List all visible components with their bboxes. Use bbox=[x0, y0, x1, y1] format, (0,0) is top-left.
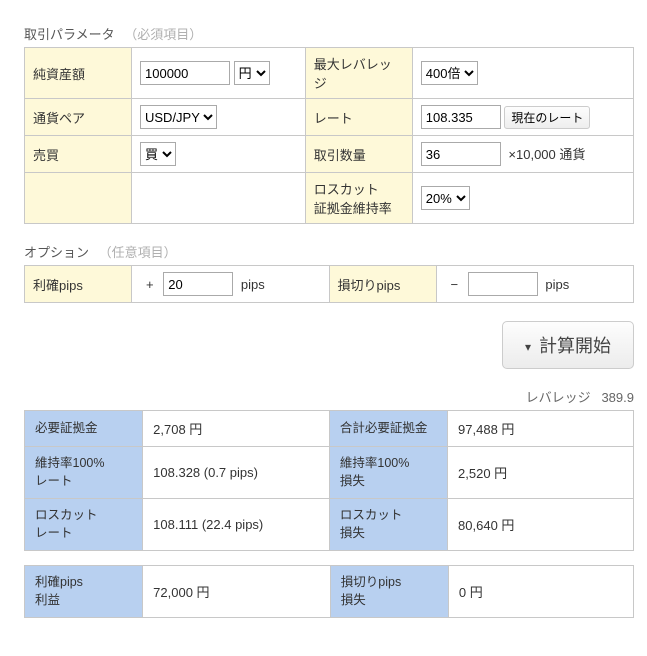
results-table-1: 必要証拠金 2,708 円 合計必要証拠金 97,488 円 維持率100% レ… bbox=[24, 410, 634, 551]
total-req-margin-label: 合計必要証拠金 bbox=[329, 411, 447, 447]
options-title: オプション bbox=[24, 245, 89, 260]
sl-loss-value: 0 円 bbox=[448, 566, 633, 618]
net-assets-unit-select[interactable]: 円 bbox=[234, 61, 270, 85]
params-note: （必須項目） bbox=[124, 27, 202, 42]
rate-input[interactable] bbox=[421, 105, 501, 129]
leverage-label: 最大レバレッジ bbox=[305, 48, 412, 99]
results-table-2: 利確pips 利益 72,000 円 損切りpips 損失 0 円 bbox=[24, 565, 634, 618]
qty-unit: ×10,000 通貨 bbox=[508, 147, 585, 162]
tp-sign: + bbox=[146, 277, 154, 292]
maint100-loss-label: 維持率100% 損失 bbox=[329, 447, 447, 499]
losscut-select[interactable]: 20% bbox=[421, 186, 470, 210]
losscut-label: ロスカット 証拠金維持率 bbox=[305, 173, 412, 224]
side-select[interactable]: 買 bbox=[140, 142, 176, 166]
losscut-cell: 20% bbox=[412, 173, 633, 224]
currency-pair-cell: USD/JPY bbox=[132, 99, 306, 136]
currency-pair-label: 通貨ペア bbox=[25, 99, 132, 136]
maint100-loss-value: 2,520 円 bbox=[448, 447, 634, 499]
leverage-select[interactable]: 400倍 bbox=[421, 61, 478, 85]
req-margin-label: 必要証拠金 bbox=[25, 411, 143, 447]
params-title: 取引パラメータ bbox=[24, 27, 115, 42]
tp-label: 利確pips bbox=[25, 266, 132, 303]
leverage-display: レバレッジ 389.9 bbox=[24, 387, 634, 406]
options-note: （任意項目） bbox=[99, 245, 177, 260]
net-assets-input[interactable] bbox=[140, 61, 230, 85]
tp-input[interactable] bbox=[163, 272, 233, 296]
maint100-rate-value: 108.328 (0.7 pips) bbox=[143, 447, 330, 499]
options-table: 利確pips + pips 損切りpips − pips bbox=[24, 265, 634, 303]
sl-unit: pips bbox=[545, 277, 569, 292]
current-rate-button[interactable]: 現在のレート bbox=[504, 106, 590, 129]
losscut-loss-label: ロスカット 損失 bbox=[329, 499, 447, 551]
sl-loss-label: 損切りpips 損失 bbox=[330, 566, 448, 618]
side-label: 売買 bbox=[25, 136, 132, 173]
rate-cell: 現在のレート bbox=[412, 99, 633, 136]
maint100-rate-label: 維持率100% レート bbox=[25, 447, 143, 499]
losscut-rate-label: ロスカット レート bbox=[25, 499, 143, 551]
tp-cell: + pips bbox=[132, 266, 330, 303]
sl-label: 損切りpips bbox=[329, 266, 436, 303]
total-req-margin-value: 97,488 円 bbox=[448, 411, 634, 447]
tp-profit-label: 利確pips 利益 bbox=[25, 566, 143, 618]
params-table: 純資産額 円 最大レバレッジ 400倍 通貨ペア USD/JPY レート 現在の… bbox=[24, 47, 634, 224]
qty-label: 取引数量 bbox=[305, 136, 412, 173]
qty-input[interactable] bbox=[421, 142, 501, 166]
losscut-loss-value: 80,640 円 bbox=[448, 499, 634, 551]
options-header: オプション （任意項目） bbox=[24, 242, 623, 261]
req-margin-value: 2,708 円 bbox=[143, 411, 330, 447]
params-header: 取引パラメータ （必須項目） bbox=[24, 24, 623, 43]
calculate-button[interactable]: ▾計算開始 bbox=[502, 321, 634, 369]
qty-cell: ×10,000 通貨 bbox=[412, 136, 633, 173]
side-cell: 買 bbox=[132, 136, 306, 173]
net-assets-label: 純資産額 bbox=[25, 48, 132, 99]
sl-cell: − pips bbox=[436, 266, 634, 303]
tp-unit: pips bbox=[241, 277, 265, 292]
tp-profit-value: 72,000 円 bbox=[143, 566, 331, 618]
sl-sign: − bbox=[451, 277, 459, 292]
sl-input[interactable] bbox=[468, 272, 538, 296]
rate-label: レート bbox=[305, 99, 412, 136]
currency-pair-select[interactable]: USD/JPY bbox=[140, 105, 217, 129]
chevron-down-icon: ▾ bbox=[525, 340, 531, 354]
net-assets-cell: 円 bbox=[132, 48, 306, 99]
leverage-cell: 400倍 bbox=[412, 48, 633, 99]
losscut-rate-value: 108.111 (22.4 pips) bbox=[143, 499, 330, 551]
